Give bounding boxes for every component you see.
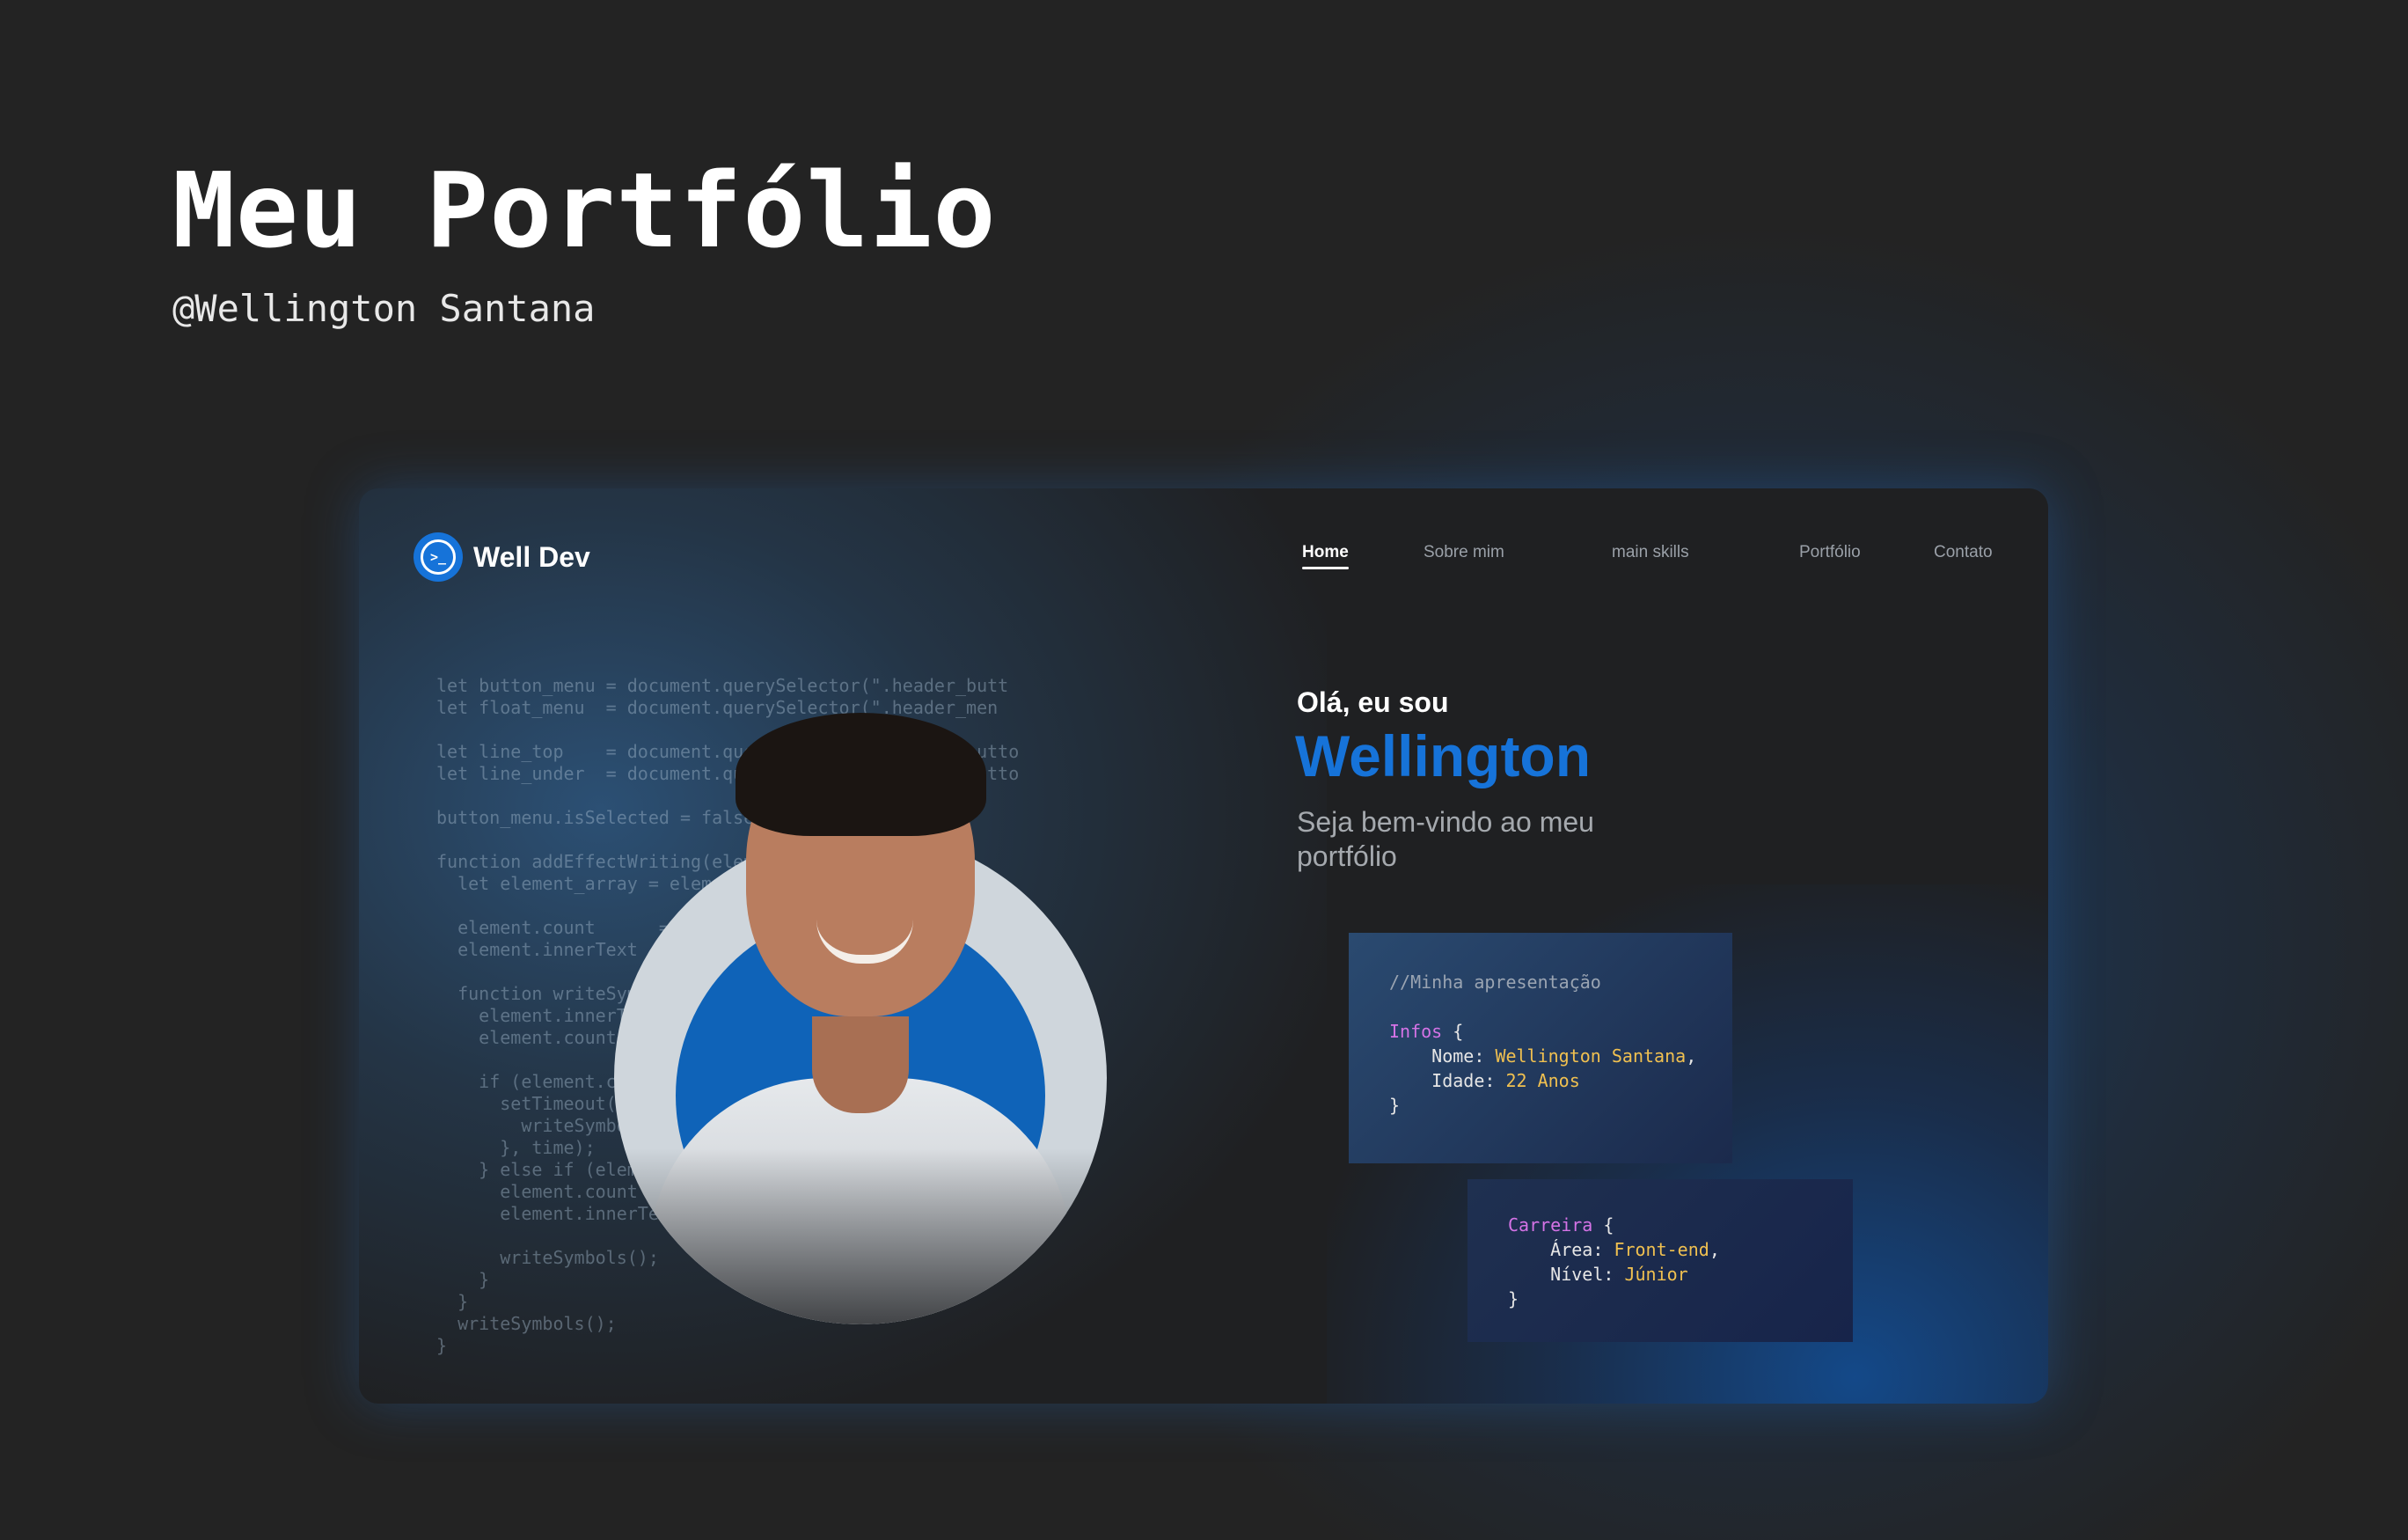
field-key: Área: bbox=[1550, 1239, 1604, 1260]
field-suffix: , bbox=[1709, 1239, 1720, 1260]
field-value: Júnior bbox=[1624, 1264, 1688, 1285]
object-name: Infos bbox=[1389, 1021, 1443, 1042]
nav-main-skills[interactable]: main skills bbox=[1612, 543, 1689, 562]
terminal-icon: >_ bbox=[414, 532, 463, 582]
field-value: Front-end bbox=[1614, 1239, 1709, 1260]
close-brace: } bbox=[1389, 1095, 1401, 1116]
open-brace: { bbox=[1453, 1021, 1464, 1042]
card-object-line: Carreira { bbox=[1508, 1213, 1853, 1237]
avatar-hair bbox=[736, 713, 986, 836]
card-field: Área: Front-end, bbox=[1508, 1237, 1853, 1262]
nav-portfolio[interactable]: Portfólio bbox=[1799, 543, 1861, 562]
close-brace: } bbox=[1508, 1288, 1519, 1309]
card-field: Idade: 22 Anos bbox=[1389, 1068, 1732, 1093]
card-comment: //Minha apresentação bbox=[1389, 972, 1601, 993]
card-field: Nome: Wellington Santana, bbox=[1389, 1044, 1732, 1068]
nav-contato[interactable]: Contato bbox=[1934, 543, 1993, 562]
logo-icon-glyph: >_ bbox=[421, 539, 456, 575]
field-key: Nome: bbox=[1431, 1045, 1485, 1067]
field-suffix: , bbox=[1686, 1045, 1697, 1067]
career-code-card: Carreira { Área: Front-end, Nível: Júnio… bbox=[1467, 1179, 1853, 1342]
hero-greeting: Olá, eu sou bbox=[1297, 686, 1449, 718]
field-key: Idade: bbox=[1431, 1070, 1496, 1091]
avatar-fade bbox=[614, 1148, 1107, 1324]
profile-photo bbox=[614, 713, 1107, 1324]
nav-sobre-mim[interactable]: Sobre mim bbox=[1424, 543, 1504, 562]
open-brace: { bbox=[1603, 1214, 1614, 1236]
site-logo[interactable]: >_ Well Dev bbox=[414, 532, 590, 582]
avatar-neck bbox=[812, 1016, 909, 1113]
intro-code-card: //Minha apresentação Infos { Nome: Welli… bbox=[1349, 933, 1732, 1163]
nav-home[interactable]: Home bbox=[1302, 543, 1349, 569]
logo-text: Well Dev bbox=[473, 540, 590, 573]
object-name: Carreira bbox=[1508, 1214, 1593, 1236]
field-value: Wellington Santana bbox=[1495, 1045, 1687, 1067]
field-key: Nível: bbox=[1550, 1264, 1614, 1285]
card-object-line: Infos { bbox=[1389, 1019, 1732, 1044]
page-author: @Wellington Santana bbox=[172, 287, 596, 330]
field-value: 22 Anos bbox=[1505, 1070, 1580, 1091]
hero-name: Wellington bbox=[1295, 723, 1592, 788]
hero-tagline: Seja bem-vindo ao meu portfólio bbox=[1297, 806, 1594, 872]
page-title: Meu Portfólio bbox=[172, 150, 997, 271]
website-mockup: let button_menu = document.querySelector… bbox=[359, 488, 2048, 1404]
card-field: Nível: Júnior bbox=[1508, 1262, 1853, 1287]
